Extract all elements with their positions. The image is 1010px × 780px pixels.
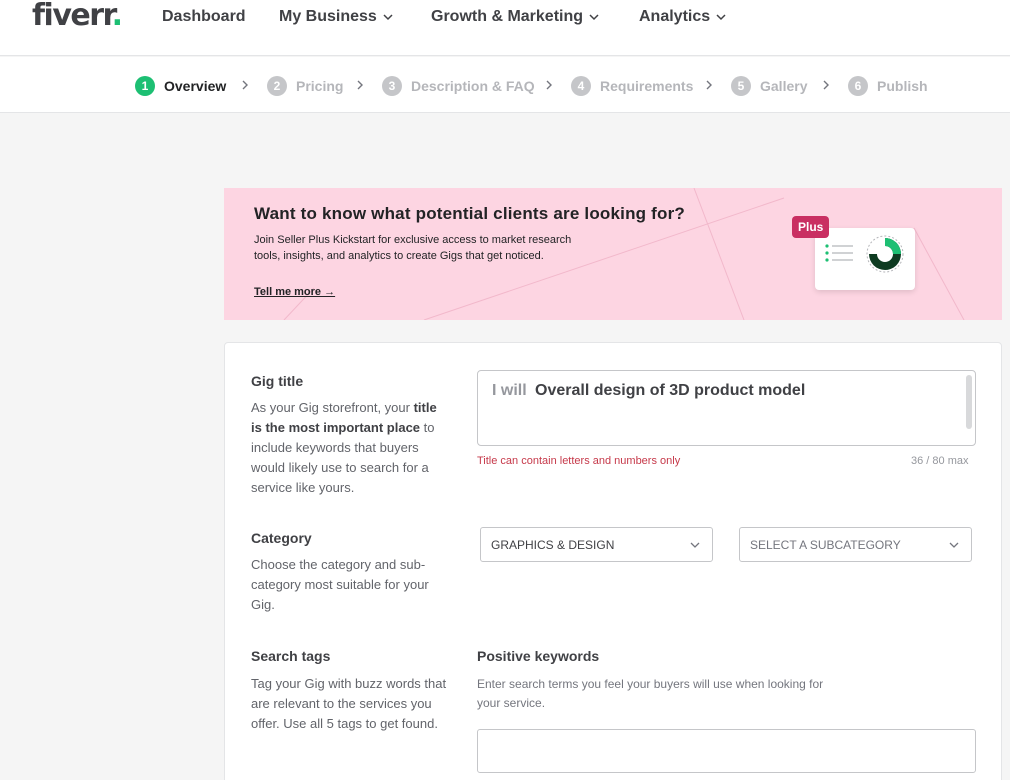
gig-title-description: As your Gig storefront, your title is th… <box>251 400 437 495</box>
chevron-right-icon <box>823 80 829 90</box>
search-tags-description: Tag your Gig with buzz words that are re… <box>251 676 447 731</box>
step-number-badge: 3 <box>382 76 402 96</box>
step-publish[interactable]: 6 Publish <box>848 76 928 96</box>
search-tags-heading: Search tags <box>251 648 331 664</box>
step-gallery[interactable]: 5 Gallery <box>731 76 807 96</box>
tell-me-more-link[interactable]: Tell me more → <box>254 286 335 298</box>
nav-analytics-label: Analytics <box>639 8 711 25</box>
step-label: Pricing <box>296 78 344 94</box>
plus-badge: Plus <box>792 216 830 238</box>
step-number-badge: 6 <box>848 76 868 96</box>
chevron-right-icon <box>357 80 363 90</box>
step-number-badge: 4 <box>571 76 591 96</box>
analytics-illustration <box>815 228 915 290</box>
chevron-right-icon <box>242 80 248 90</box>
step-number-badge: 2 <box>267 76 287 96</box>
chevron-down-icon <box>716 14 726 21</box>
title-error-message: Title can contain letters and numbers on… <box>477 455 681 467</box>
promo-heading: Want to know what potential clients are … <box>254 204 686 223</box>
fiverr-logo[interactable]: fiverr. <box>32 0 123 33</box>
step-label: Description & FAQ <box>411 78 535 94</box>
step-description-faq[interactable]: 3 Description & FAQ <box>382 76 535 96</box>
category-select[interactable]: GRAPHICS & DESIGN <box>480 527 713 562</box>
promo-body: Join Seller Plus Kickstart for exclusive… <box>254 234 572 262</box>
step-label: Requirements <box>600 78 694 94</box>
step-requirements[interactable]: 4 Requirements <box>571 76 693 96</box>
nav-analytics[interactable]: Analytics <box>639 8 726 26</box>
category-description: Choose the category and sub-category mos… <box>251 557 429 612</box>
gig-title-heading: Gig title <box>251 373 304 389</box>
step-number-badge: 5 <box>731 76 751 96</box>
positive-keywords-description: Enter search terms you feel your buyers … <box>477 677 824 710</box>
step-pricing[interactable]: 2 Pricing <box>267 76 343 96</box>
step-label: Publish <box>877 78 928 94</box>
nav-dashboard-label: Dashboard <box>162 8 246 25</box>
nav-growth-marketing-label: Growth & Marketing <box>431 8 584 25</box>
seller-plus-promo-banner: Want to know what potential clients are … <box>224 188 1002 320</box>
title-char-counter: 36 / 80 max <box>911 455 969 467</box>
gig-title-input[interactable]: I will Overall design of 3D product mode… <box>477 370 976 446</box>
chevron-right-icon <box>546 80 552 90</box>
subcategory-select[interactable]: SELECT A SUBCATEGORY <box>739 527 972 562</box>
nav-my-business-label: My Business <box>279 8 377 25</box>
positive-keywords-input[interactable] <box>477 729 976 773</box>
chevron-down-icon <box>589 14 599 21</box>
step-label: Overview <box>164 78 227 94</box>
category-select-value: GRAPHICS & DESIGN <box>491 538 615 552</box>
title-prefix: I will <box>492 382 527 399</box>
step-label: Gallery <box>760 78 808 94</box>
step-number-badge: 1 <box>135 76 155 96</box>
top-nav: fiverr. Dashboard My Business Growth & M… <box>0 0 1010 56</box>
chevron-down-icon <box>383 14 393 21</box>
nav-growth-marketing[interactable]: Growth & Marketing <box>431 8 599 26</box>
chart-illustration-icon <box>825 235 904 273</box>
gig-overview-form: Gig title As your Gig storefront, your t… <box>224 342 1002 780</box>
chevron-down-icon <box>690 542 700 548</box>
nav-dashboard[interactable]: Dashboard <box>162 8 246 26</box>
title-value: Overall design of 3D product model <box>535 382 806 399</box>
textarea-scrollbar[interactable] <box>966 375 972 429</box>
chevron-down-icon <box>949 542 959 548</box>
subcategory-select-placeholder: SELECT A SUBCATEGORY <box>750 538 901 552</box>
category-heading: Category <box>251 530 312 546</box>
nav-my-business[interactable]: My Business <box>279 8 393 26</box>
gig-steps-breadcrumb: 1 Overview 2 Pricing 3 Description & FAQ… <box>0 57 1010 113</box>
chevron-right-icon <box>706 80 712 90</box>
step-overview[interactable]: 1 Overview <box>135 76 226 96</box>
positive-keywords-heading: Positive keywords <box>477 648 600 664</box>
